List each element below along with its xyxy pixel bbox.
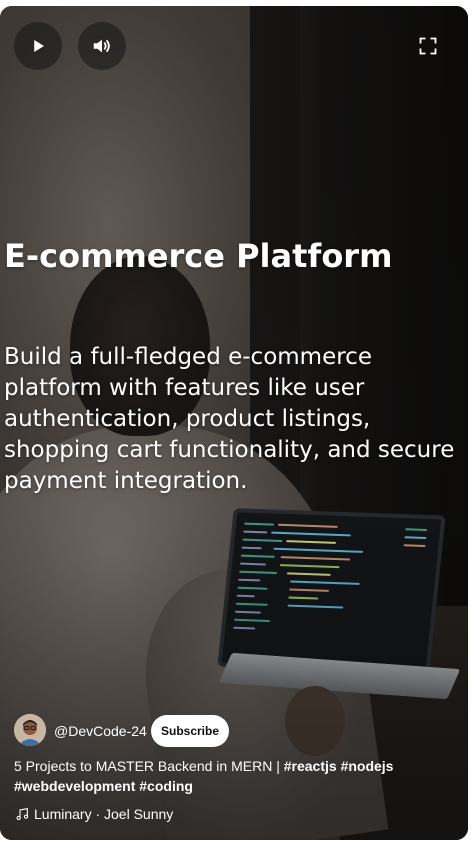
volume-button[interactable] — [78, 22, 126, 70]
video-title-text: 5 Projects to MASTER Backend in MERN | — [14, 758, 284, 774]
hashtag-nodejs[interactable]: #nodejs — [341, 758, 394, 774]
overlay-title: E-commerce Platform — [4, 237, 393, 275]
hashtag-coding[interactable]: #coding — [139, 778, 193, 794]
fullscreen-button[interactable] — [410, 28, 446, 64]
hashtag-webdevelopment[interactable]: #webdevelopment — [14, 778, 135, 794]
music-link[interactable]: Luminary · Joel Sunny — [14, 804, 173, 824]
volume-icon — [93, 39, 110, 53]
subscribe-button[interactable]: Subscribe — [151, 715, 229, 747]
overlay-description: Build a full-fledged e-commerce platform… — [4, 344, 455, 494]
fullscreen-icon — [419, 37, 437, 55]
shorts-player[interactable]: E-commerce Platform Build a full-fledged… — [0, 6, 468, 840]
play-button[interactable] — [14, 22, 62, 70]
avatar-icon — [14, 714, 46, 746]
channel-handle[interactable]: @DevCode-24 — [54, 722, 147, 740]
channel-avatar[interactable] — [14, 714, 46, 746]
hashtag-reactjs[interactable]: #reactjs — [284, 758, 337, 774]
music-note-icon — [16, 808, 29, 821]
play-icon — [34, 40, 44, 52]
music-label: Luminary · Joel Sunny — [34, 806, 174, 822]
video-title: 5 Projects to MASTER Backend in MERN | #… — [14, 756, 434, 796]
